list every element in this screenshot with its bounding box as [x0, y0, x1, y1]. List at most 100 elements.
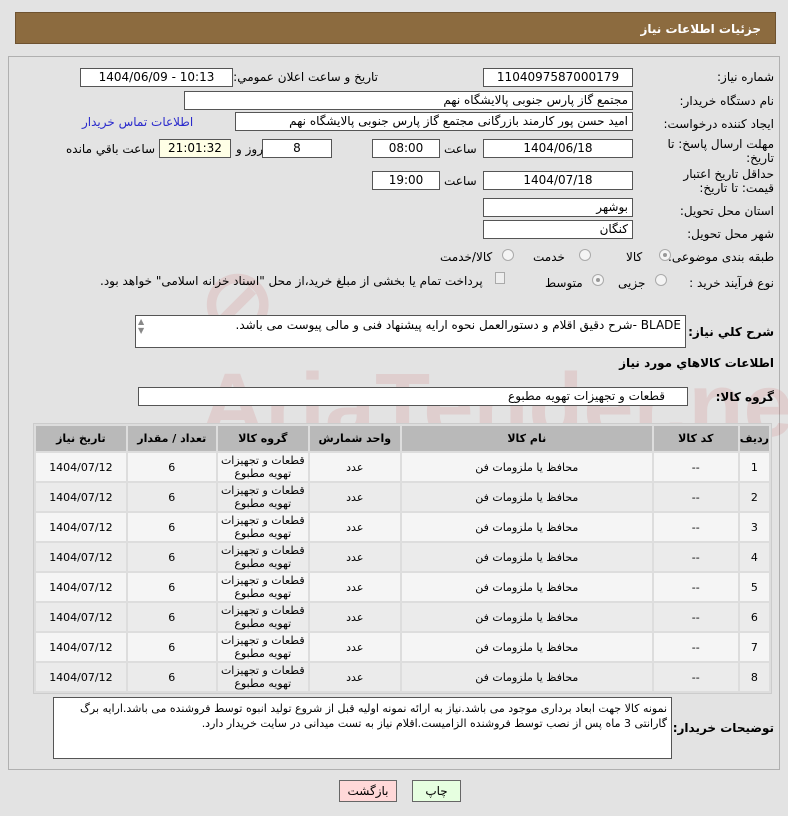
category-option-goods: کالا [626, 250, 643, 264]
item-name: محافظ یا ملزومات فن [401, 633, 652, 661]
row-number: 8 [739, 663, 769, 691]
category-radio-service[interactable] [579, 249, 591, 261]
item-qty: 6 [127, 453, 216, 481]
category-radio-goods[interactable] [659, 249, 671, 261]
buyer-notes-label: توضیحات خریدار: [672, 721, 774, 735]
print-button[interactable]: چاپ [412, 780, 461, 802]
item-code: -- [653, 633, 738, 661]
item-code: -- [653, 513, 738, 541]
item-qty: 6 [127, 633, 216, 661]
item-name: محافظ یا ملزومات فن [401, 453, 652, 481]
deadline-time-label: ساعت [444, 142, 477, 156]
item-group: قطعات و تجهیزات تهویه مطبوع [217, 453, 308, 481]
item-qty: 6 [127, 663, 216, 691]
goods-table: ردیف کد کالا نام کالا واحد شمارش گروه کا… [33, 423, 772, 694]
table-row: 3 -- محافظ یا ملزومات فن عدد قطعات و تجهیزات… [36, 513, 769, 541]
item-date: 1404/07/12 [36, 543, 126, 571]
table-row: 6 -- محافظ یا ملزومات فن عدد قطعات و تجهیزات… [36, 603, 769, 631]
item-date: 1404/07/12 [36, 453, 126, 481]
item-qty: 6 [127, 573, 216, 601]
item-qty: 6 [127, 483, 216, 511]
announce-label: تاریخ و ساعت اعلان عمومي: [233, 70, 378, 84]
creator-label: ايجاد کننده درخواست: [663, 117, 774, 131]
category-radio-both[interactable] [502, 249, 514, 261]
item-unit: عدد [309, 543, 400, 571]
col-code: کد کالا [653, 426, 738, 451]
row-number: 6 [739, 603, 769, 631]
payment-note: پرداخت تمام یا بخشی از مبلغ خرید،از محل … [100, 274, 483, 288]
col-group: گروه کالا [217, 426, 308, 451]
item-name: محافظ یا ملزومات فن [401, 663, 652, 691]
table-row: 7 -- محافظ یا ملزومات فن عدد قطعات و تجهیزات… [36, 633, 769, 661]
col-row: ردیف [739, 426, 769, 451]
goods-info-title: اطلاعات کالاهاي مورد نياز [619, 356, 774, 370]
validity-date-field: 1404/07/18 [483, 171, 633, 190]
need-number-field: 1104097587000179 [483, 68, 633, 87]
item-unit: عدد [309, 603, 400, 631]
item-name: محافظ یا ملزومات فن [401, 543, 652, 571]
item-name: محافظ یا ملزومات فن [401, 513, 652, 541]
treasury-checkbox[interactable] [495, 272, 505, 284]
announce-field: 1404/06/09 - 10:13 [80, 68, 233, 87]
item-name: محافظ یا ملزومات فن [401, 483, 652, 511]
col-qty: تعداد / مقدار [127, 426, 216, 451]
buyer-org-label: نام دستگاه خريدار: [679, 94, 775, 108]
scroll-arrows-icon[interactable]: ▲ ▼ [138, 317, 144, 335]
creator-field: امید حسن پور کارمند بازرگانی مجتمع گاز پ… [235, 112, 633, 131]
need-number-label: شماره نیاز: [717, 70, 774, 84]
item-code: -- [653, 603, 738, 631]
item-code: -- [653, 453, 738, 481]
col-date: تاریخ نیاز [36, 426, 126, 451]
days-field: 8 [262, 139, 332, 158]
row-number: 2 [739, 483, 769, 511]
item-date: 1404/07/12 [36, 573, 126, 601]
item-unit: عدد [309, 513, 400, 541]
category-option-service: خدمت [533, 250, 565, 264]
deadline-label: مهلت ارسال پاسخ: تا تاریخ: [667, 137, 774, 165]
item-unit: عدد [309, 573, 400, 601]
table-row: 2 -- محافظ یا ملزومات فن عدد قطعات و تجهیزات… [36, 483, 769, 511]
table-row: 1 -- محافظ یا ملزومات فن عدد قطعات و تجهیزات… [36, 453, 769, 481]
item-code: -- [653, 543, 738, 571]
item-date: 1404/07/12 [36, 603, 126, 631]
description-textarea[interactable]: BLADE -شرح دقیق اقلام و دستورالعمل نحوه … [135, 315, 686, 348]
process-option-minor: جزیی [618, 276, 646, 290]
process-label: نوع فرآیند خرید : [689, 276, 774, 290]
row-number: 5 [739, 573, 769, 601]
city-field: کنگان [483, 220, 633, 239]
process-radio-minor[interactable] [655, 274, 667, 286]
process-radio-medium[interactable] [592, 274, 604, 286]
buyer-contact-link[interactable]: اطلاعات تماس خریدار [82, 115, 193, 129]
back-button[interactable]: بازگشت [339, 780, 397, 802]
item-qty: 6 [127, 603, 216, 631]
row-number: 3 [739, 513, 769, 541]
item-group: قطعات و تجهیزات تهویه مطبوع [217, 633, 308, 661]
validity-label: حداقل تاریخ اعتبار قیمت: تا تاریخ: [683, 167, 774, 195]
item-unit: عدد [309, 483, 400, 511]
validity-time-label: ساعت [444, 174, 477, 188]
remaining-label: ساعت باقي مانده [66, 142, 156, 156]
days-label: روز و [236, 142, 263, 156]
table-row: 5 -- محافظ یا ملزومات فن عدد قطعات و تجهیزات… [36, 573, 769, 601]
item-group: قطعات و تجهیزات تهویه مطبوع [217, 483, 308, 511]
item-name: محافظ یا ملزومات فن [401, 573, 652, 601]
item-group: قطعات و تجهیزات تهویه مطبوع [217, 513, 308, 541]
item-date: 1404/07/12 [36, 483, 126, 511]
row-number: 7 [739, 633, 769, 661]
description-label: شرح كلي نياز: [688, 325, 774, 339]
item-qty: 6 [127, 543, 216, 571]
goods-group-label: گروه کالا: [715, 390, 774, 404]
item-date: 1404/07/12 [36, 663, 126, 691]
province-label: استان محل تحویل: [679, 204, 774, 218]
item-unit: عدد [309, 453, 400, 481]
buyer-notes-textarea[interactable]: نمونه کالا جهت ابعاد برداری موجود می باش… [53, 697, 672, 759]
deadline-date-field: 1404/06/18 [483, 139, 633, 158]
buyer-org-field: مجتمع گاز پارس جنوبی پالایشگاه نهم [184, 91, 633, 110]
row-number: 1 [739, 453, 769, 481]
validity-time-field: 19:00 [372, 171, 440, 190]
process-option-medium: متوسط [545, 276, 583, 290]
col-name: نام کالا [401, 426, 652, 451]
deadline-time-field: 08:00 [372, 139, 440, 158]
col-unit: واحد شمارش [309, 426, 400, 451]
page-header: جزئیات اطلاعات نیاز [15, 12, 776, 44]
